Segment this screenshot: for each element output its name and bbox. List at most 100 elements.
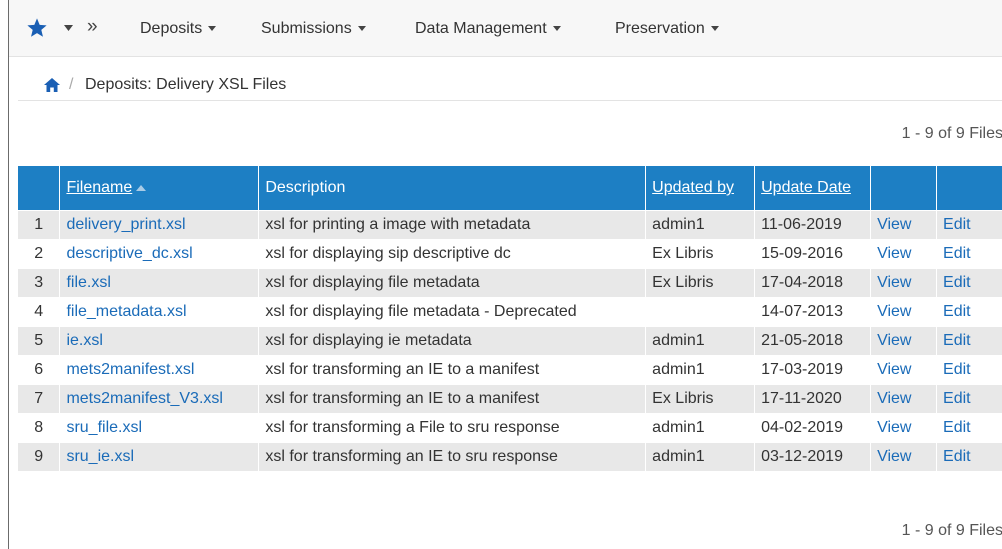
view-link[interactable]: View bbox=[870, 355, 938, 385]
row-update-date: 11-06-2019 bbox=[754, 210, 872, 240]
row-description: xsl for transforming a File to sru respo… bbox=[258, 413, 647, 443]
top-navigation: » Deposits Submissions Data Management P… bbox=[9, 0, 1002, 57]
app-frame: » Deposits Submissions Data Management P… bbox=[8, 0, 1002, 549]
row-description: xsl for displaying sip descriptive dc bbox=[258, 239, 647, 269]
menu-label: Deposits bbox=[140, 20, 203, 37]
view-link[interactable]: View bbox=[870, 268, 938, 298]
home-icon[interactable] bbox=[44, 78, 60, 92]
row-index: 6 bbox=[18, 355, 61, 385]
row-updated-by: Ex Libris bbox=[645, 384, 756, 414]
view-link[interactable]: View bbox=[870, 442, 938, 471]
row-index: 9 bbox=[18, 442, 61, 471]
column-header-index bbox=[18, 166, 61, 211]
table-row: 6 mets2manifest.xsl xsl for transforming… bbox=[18, 355, 1002, 385]
edit-link[interactable]: Edit bbox=[936, 355, 1002, 385]
menu-label: Preservation bbox=[615, 20, 705, 37]
row-updated-by: admin1 bbox=[645, 442, 756, 471]
filename-link[interactable]: ie.xsl bbox=[59, 326, 260, 356]
table-row: 1 delivery_print.xsl xsl for printing a … bbox=[18, 210, 1002, 240]
row-index: 5 bbox=[18, 326, 61, 356]
table-row: 9 sru_ie.xsl xsl for transforming an IE … bbox=[18, 442, 1002, 471]
table-row: 4 file_metadata.xsl xsl for displaying f… bbox=[18, 297, 1002, 327]
filename-link[interactable]: sru_file.xsl bbox=[59, 413, 260, 443]
row-updated-by: admin1 bbox=[645, 326, 756, 356]
star-icon[interactable] bbox=[26, 17, 48, 39]
row-description: xsl for displaying ie metadata bbox=[258, 326, 647, 356]
menu-submissions[interactable]: Submissions bbox=[261, 19, 366, 39]
edit-link[interactable]: Edit bbox=[936, 326, 1002, 356]
edit-link[interactable]: Edit bbox=[936, 413, 1002, 443]
table-header-row: Filename Description Updated by Update D… bbox=[18, 166, 1002, 211]
column-header-description: Description bbox=[258, 166, 647, 211]
edit-link[interactable]: Edit bbox=[936, 210, 1002, 240]
row-update-date: 17-04-2018 bbox=[754, 268, 872, 298]
row-updated-by: admin1 bbox=[645, 355, 756, 385]
column-header-view bbox=[870, 166, 938, 211]
edit-link[interactable]: Edit bbox=[936, 268, 1002, 298]
table-row: 3 file.xsl xsl for displaying file metad… bbox=[18, 268, 1002, 298]
view-link[interactable]: View bbox=[870, 384, 938, 414]
row-description: xsl for transforming an IE to a manifest bbox=[258, 384, 647, 414]
pagination-summary-bottom: 1 - 9 of 9 Files bbox=[901, 522, 1002, 539]
row-description: xsl for displaying file metadata bbox=[258, 268, 647, 298]
view-link[interactable]: View bbox=[870, 297, 938, 327]
menu-deposits[interactable]: Deposits bbox=[140, 19, 217, 39]
breadcrumb-separator: / bbox=[69, 76, 74, 93]
edit-link[interactable]: Edit bbox=[936, 297, 1002, 327]
chevron-down-icon[interactable] bbox=[64, 25, 73, 31]
filename-link[interactable]: delivery_print.xsl bbox=[59, 210, 260, 240]
filename-link[interactable]: descriptive_dc.xsl bbox=[59, 239, 260, 269]
double-chevron-right-icon[interactable]: » bbox=[87, 16, 98, 38]
view-link[interactable]: View bbox=[870, 326, 938, 356]
row-update-date: 14-07-2013 bbox=[754, 297, 872, 327]
table-row: 2 descriptive_dc.xsl xsl for displaying … bbox=[18, 239, 1002, 269]
chevron-down-icon bbox=[357, 26, 366, 32]
chevron-down-icon bbox=[710, 26, 719, 32]
menu-preservation[interactable]: Preservation bbox=[615, 19, 719, 39]
column-header-update-date[interactable]: Update Date bbox=[754, 166, 872, 211]
menu-label: Submissions bbox=[261, 20, 352, 37]
menu-data-management[interactable]: Data Management bbox=[415, 19, 561, 39]
pagination-summary-top: 1 - 9 of 9 Files bbox=[901, 125, 1002, 142]
edit-link[interactable]: Edit bbox=[936, 384, 1002, 414]
row-update-date: 17-03-2019 bbox=[754, 355, 872, 385]
menu-label: Data Management bbox=[415, 20, 547, 37]
row-index: 7 bbox=[18, 384, 61, 414]
row-updated-by: Ex Libris bbox=[645, 239, 756, 269]
view-link[interactable]: View bbox=[870, 210, 938, 240]
column-header-filename[interactable]: Filename bbox=[59, 166, 260, 211]
row-description: xsl for displaying file metadata - Depre… bbox=[258, 297, 647, 327]
chevron-down-icon bbox=[552, 26, 561, 32]
filename-link[interactable]: mets2manifest_V3.xsl bbox=[59, 384, 260, 414]
view-link[interactable]: View bbox=[870, 239, 938, 269]
row-description: xsl for transforming an IE to a manifest bbox=[258, 355, 647, 385]
column-header-updated-by[interactable]: Updated by bbox=[645, 166, 756, 211]
row-updated-by: admin1 bbox=[645, 413, 756, 443]
filename-link[interactable]: file_metadata.xsl bbox=[59, 297, 260, 327]
row-update-date: 15-09-2016 bbox=[754, 239, 872, 269]
row-updated-by: Ex Libris bbox=[645, 268, 756, 298]
row-update-date: 17-11-2020 bbox=[754, 384, 872, 414]
breadcrumb-current: Deposits: Delivery XSL Files bbox=[85, 76, 287, 93]
column-header-label: Updated by bbox=[652, 179, 735, 196]
table-row: 5 ie.xsl xsl for displaying ie metadata … bbox=[18, 326, 1002, 356]
filename-link[interactable]: file.xsl bbox=[59, 268, 260, 298]
filename-link[interactable]: sru_ie.xsl bbox=[59, 442, 260, 471]
breadcrumb: / Deposits: Delivery XSL Files bbox=[18, 70, 1002, 101]
filename-link[interactable]: mets2manifest.xsl bbox=[59, 355, 260, 385]
column-header-label: Filename bbox=[66, 179, 133, 196]
row-update-date: 03-12-2019 bbox=[754, 442, 872, 471]
row-update-date: 21-05-2018 bbox=[754, 326, 872, 356]
row-index: 8 bbox=[18, 413, 61, 443]
row-index: 4 bbox=[18, 297, 61, 327]
table-row: 7 mets2manifest_V3.xsl xsl for transform… bbox=[18, 384, 1002, 414]
table-row: 8 sru_file.xsl xsl for transforming a Fi… bbox=[18, 413, 1002, 443]
edit-link[interactable]: Edit bbox=[936, 239, 1002, 269]
files-table: Filename Description Updated by Update D… bbox=[18, 166, 1002, 471]
edit-link[interactable]: Edit bbox=[936, 442, 1002, 471]
row-index: 2 bbox=[18, 239, 61, 269]
view-link[interactable]: View bbox=[870, 413, 938, 443]
row-updated-by bbox=[645, 297, 756, 327]
row-description: xsl for transforming an IE to sru respon… bbox=[258, 442, 647, 471]
row-update-date: 04-02-2019 bbox=[754, 413, 872, 443]
